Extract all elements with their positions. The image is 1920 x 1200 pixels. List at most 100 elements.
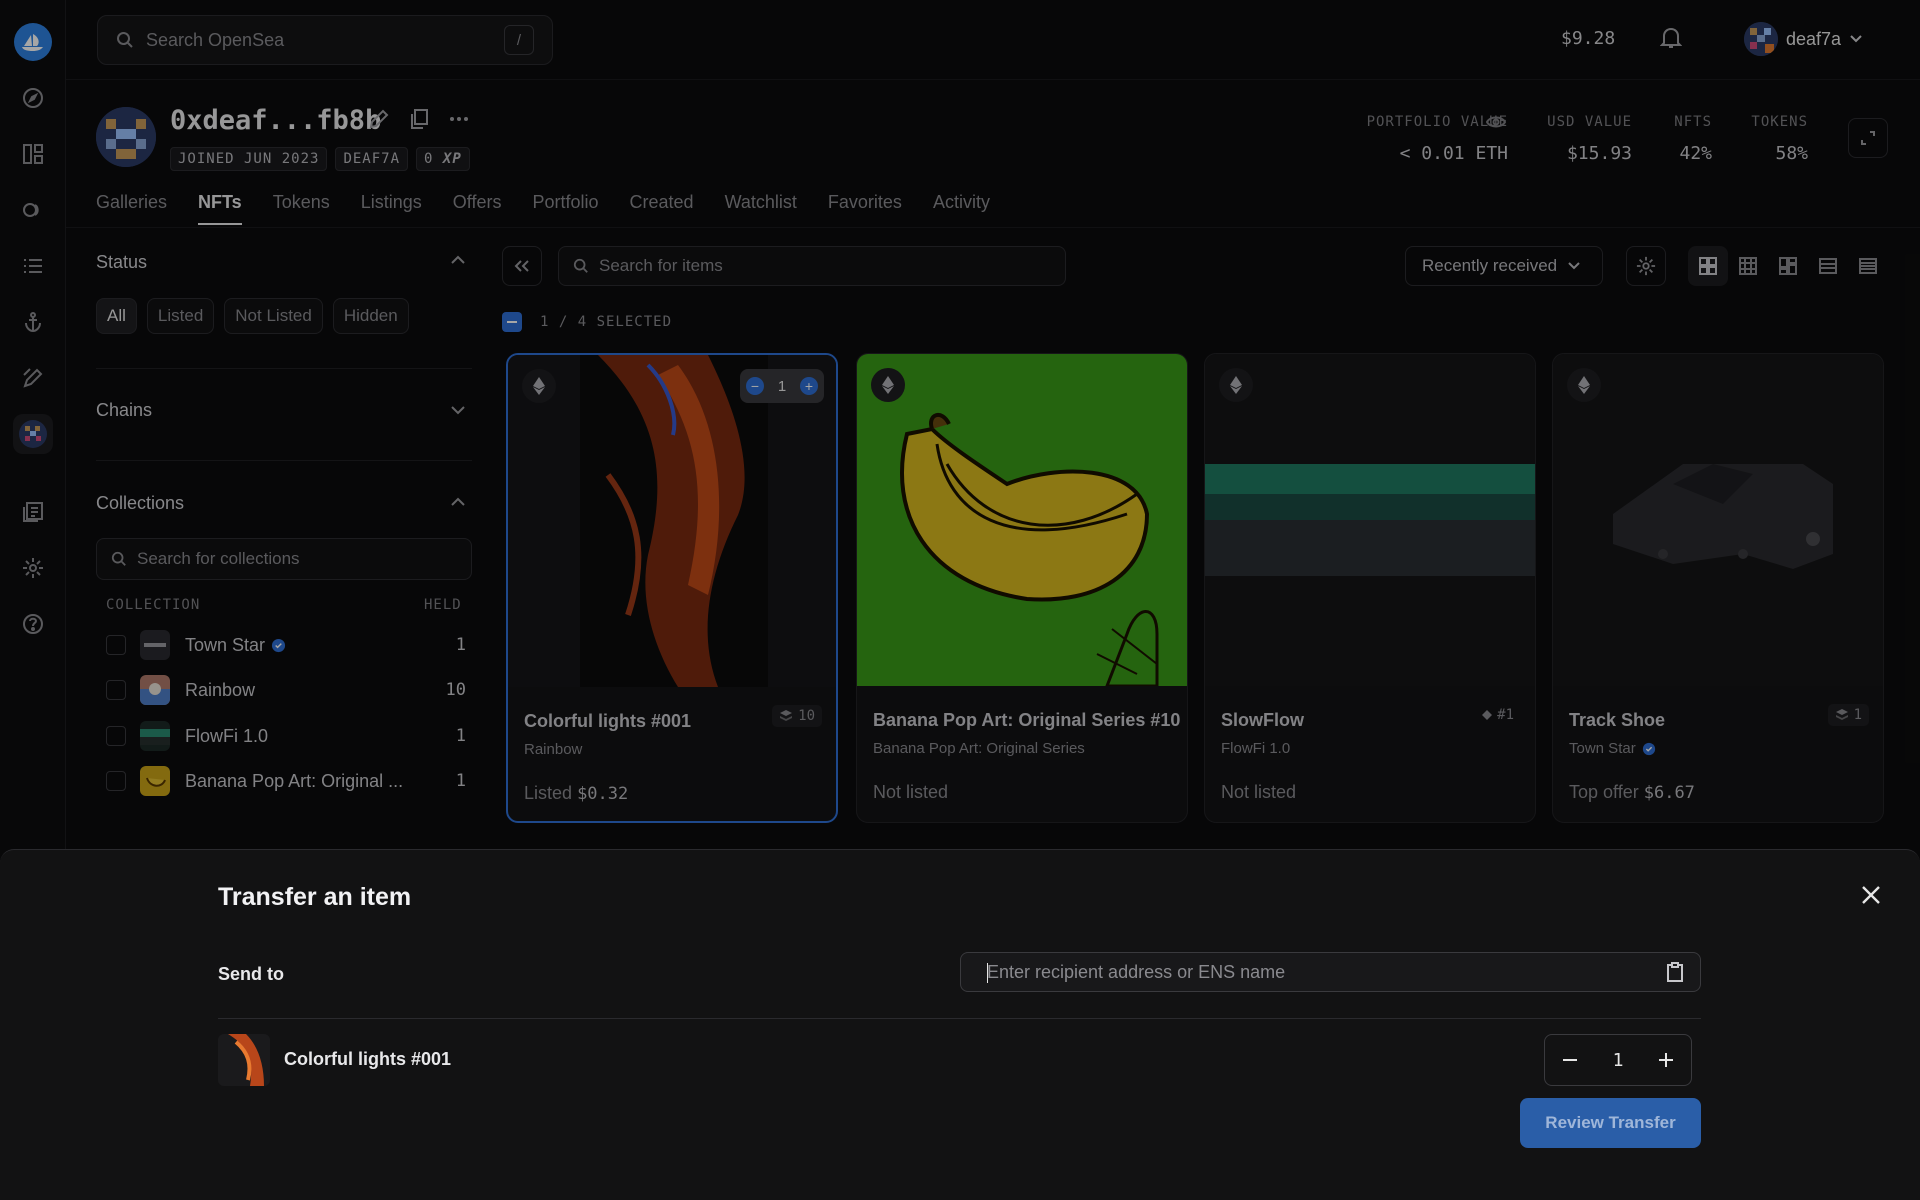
recipient-address-input[interactable]: Enter recipient address or ENS name xyxy=(960,952,1701,992)
chains-title[interactable]: Chains xyxy=(96,400,152,421)
quantity-stepper[interactable]: 1 xyxy=(1544,1034,1692,1086)
copy-icon[interactable] xyxy=(408,108,430,130)
tabs-divider xyxy=(66,227,1920,228)
status-not-listed-button[interactable]: Not Listed xyxy=(224,298,323,334)
collection-checkbox[interactable] xyxy=(106,771,126,791)
list-view-icon[interactable] xyxy=(1808,246,1848,286)
status-hidden-button[interactable]: Hidden xyxy=(332,298,409,334)
eye-icon[interactable] xyxy=(1486,114,1506,130)
search-placeholder: Search OpenSea xyxy=(146,29,285,50)
username: deaf7a xyxy=(1786,28,1842,49)
collection-checkbox[interactable] xyxy=(106,680,126,700)
profile-avatar-icon[interactable] xyxy=(13,414,53,454)
recipient-placeholder: Enter recipient address or ENS name xyxy=(987,961,1286,982)
token-icon[interactable] xyxy=(13,190,53,230)
xp-chip[interactable]: 0 XP xyxy=(416,147,470,171)
select-all-checkbox[interactable] xyxy=(502,312,522,332)
plus-icon[interactable] xyxy=(1659,1053,1673,1067)
close-icon[interactable] xyxy=(1860,884,1882,906)
collection-row-town-star[interactable]: Town Star 1 xyxy=(106,629,466,661)
help-icon[interactable] xyxy=(13,604,53,644)
nft-card-banana-pop-art[interactable]: Banana Pop Art: Original Series #10 Bana… xyxy=(856,353,1188,823)
display-settings-button[interactable] xyxy=(1626,246,1666,286)
gear-icon xyxy=(1636,256,1656,276)
status-all-button[interactable]: All xyxy=(96,298,137,334)
opensea-logo[interactable] xyxy=(13,22,53,62)
wallet-balance[interactable]: $9.28 xyxy=(1561,28,1615,49)
collection-checkbox[interactable] xyxy=(106,726,126,746)
user-menu[interactable]: deaf7a xyxy=(1744,22,1863,56)
tab-created[interactable]: Created xyxy=(630,192,694,213)
mosaic-view-icon[interactable] xyxy=(1768,246,1808,286)
table-view-icon[interactable] xyxy=(1848,246,1888,286)
tab-galleries[interactable]: Galleries xyxy=(96,192,167,213)
collection-held: 1 xyxy=(455,771,466,791)
tab-portfolio[interactable]: Portfolio xyxy=(532,192,598,213)
collapse-filters-button[interactable] xyxy=(502,246,542,286)
supply-badge: 10 xyxy=(772,705,822,727)
expand-icon[interactable] xyxy=(1848,118,1888,158)
collections-title[interactable]: Collections xyxy=(96,493,184,514)
tokens-label: TOKENS xyxy=(1751,114,1808,130)
nft-card-colorful-lights[interactable]: − 1 + Colorful lights #001 10 Rainbow Li… xyxy=(506,353,838,823)
nft-card-track-shoe[interactable]: Track Shoe 1 Town Star Top offer $6.67 xyxy=(1552,353,1884,823)
chevron-up-icon[interactable] xyxy=(450,254,466,266)
large-grid-view-icon[interactable] xyxy=(1688,246,1728,286)
clipboard-icon[interactable] xyxy=(1666,962,1684,982)
collections-search-placeholder: Search for collections xyxy=(137,549,300,568)
settings-icon[interactable] xyxy=(13,548,53,588)
dashboard-icon[interactable] xyxy=(13,134,53,174)
activity-log-icon[interactable] xyxy=(13,492,53,532)
collection-held: 10 xyxy=(445,680,466,700)
tab-offers[interactable]: Offers xyxy=(453,192,502,213)
collection-held: 1 xyxy=(455,726,466,746)
nft-image xyxy=(857,354,1187,686)
tab-listings[interactable]: Listings xyxy=(361,192,422,213)
collection-name: FlowFi 1.0 xyxy=(185,725,269,746)
nft-price: Top offer $6.67 xyxy=(1569,782,1695,803)
sort-dropdown[interactable]: Recently received xyxy=(1405,246,1603,286)
list-icon[interactable] xyxy=(13,246,53,286)
chevron-up-icon[interactable] xyxy=(450,496,466,508)
tab-watchlist[interactable]: Watchlist xyxy=(725,192,797,213)
ethereum-icon xyxy=(1219,368,1253,402)
tab-activity[interactable]: Activity xyxy=(933,192,990,213)
collection-checkbox[interactable] xyxy=(106,635,126,655)
chevron-down-icon[interactable] xyxy=(450,404,466,416)
minus-icon[interactable] xyxy=(1563,1059,1577,1061)
bell-icon[interactable] xyxy=(1660,26,1682,50)
nfts-label: NFTS xyxy=(1674,114,1712,130)
status-listed-button[interactable]: Listed xyxy=(146,298,215,334)
portfolio-value: < 0.01 ETH xyxy=(1399,143,1508,164)
global-search-input[interactable]: Search OpenSea / xyxy=(97,15,553,65)
decrement-button[interactable]: − xyxy=(746,377,764,395)
card-quantity-stepper[interactable]: − 1 + xyxy=(740,369,824,403)
status-title[interactable]: Status xyxy=(96,252,147,273)
create-icon[interactable] xyxy=(13,358,53,398)
collections-search-input[interactable]: Search for collections xyxy=(96,538,472,580)
send-to-label: Send to xyxy=(218,964,284,984)
search-shortcut-key: / xyxy=(504,25,534,55)
nft-price: Listed $0.32 xyxy=(524,783,629,804)
tab-favorites[interactable]: Favorites xyxy=(828,192,902,213)
increment-button[interactable]: + xyxy=(800,377,818,395)
more-icon[interactable] xyxy=(448,108,470,130)
collection-name: Rainbow xyxy=(185,679,256,700)
profile-tabs: Galleries NFTs Tokens Listings Offers Po… xyxy=(96,192,990,225)
collection-row-rainbow[interactable]: Rainbow 10 xyxy=(106,674,466,706)
collection-row-flowfi[interactable]: FlowFi 1.0 1 xyxy=(106,720,466,752)
tab-nfts[interactable]: NFTs xyxy=(198,192,242,225)
tab-tokens[interactable]: Tokens xyxy=(273,192,330,213)
items-search-input[interactable]: Search for items xyxy=(558,246,1066,286)
banana-thumb xyxy=(140,766,170,796)
transfer-item-name: Colorful lights #001 xyxy=(284,1049,452,1069)
items-search-placeholder: Search for items xyxy=(599,256,723,275)
edit-icon[interactable] xyxy=(368,108,390,130)
nft-image xyxy=(1553,354,1883,686)
collection-row-banana-pop-art[interactable]: Banana Pop Art: Original ... 1 xyxy=(106,765,466,797)
review-transfer-button[interactable]: Review Transfer xyxy=(1520,1098,1701,1148)
nft-card-slowflow[interactable]: SlowFlow #1 FlowFi 1.0 Not listed xyxy=(1204,353,1536,823)
compass-icon[interactable] xyxy=(13,78,53,118)
small-grid-view-icon[interactable] xyxy=(1728,246,1768,286)
anchor-icon[interactable] xyxy=(13,302,53,342)
